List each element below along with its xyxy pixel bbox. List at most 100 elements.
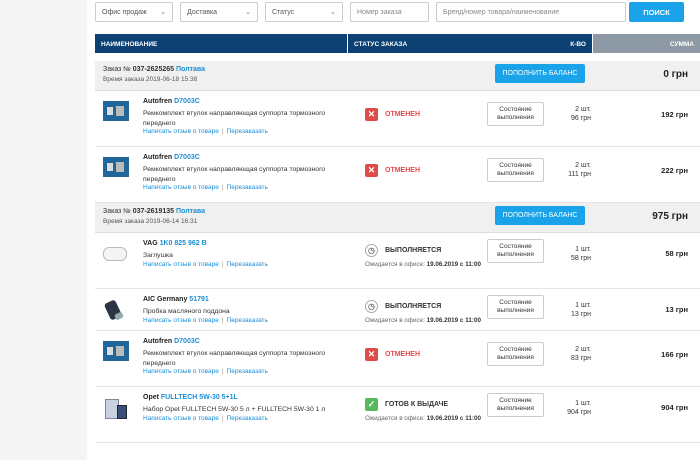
item-quantity: 2 шт. 83 грн [553,345,591,363]
link-separator: | [221,415,224,422]
execution-state-button[interactable]: Состояние выполнения [487,295,544,319]
brake-kit-image [103,341,129,361]
product-image[interactable] [103,157,129,179]
table-header: НАИМЕНОВАНИЕ СТАТУС ЗАКАЗА К-ВО СУММА [95,34,700,53]
reorder-link[interactable]: Перезаказать [227,415,268,422]
header-qty-label: К-ВО [570,41,586,48]
product-links: Написать отзыв о товаре | Перезаказать [143,368,268,375]
order-city[interactable]: Полтава [176,66,205,73]
order-city[interactable]: Полтава [176,208,205,215]
order-number: Заказ № 037-2625265 Полтава [103,66,205,73]
product-image[interactable] [103,341,129,363]
order-number-value: 037-2625265 [132,66,175,73]
link-separator: | [221,128,224,135]
write-review-link[interactable]: Написать отзыв о товаре [143,368,219,375]
header-status: СТАТУС ЗАКАЗА К-ВО [348,34,593,53]
product-code-link[interactable]: 1K0 825 962 B [160,240,207,247]
unit-price: 111 грн [568,171,591,178]
search-button[interactable]: ПОИСК [629,2,684,22]
product-code-link[interactable]: 51791 [189,296,208,303]
write-review-link[interactable]: Написать отзыв о товаре [143,415,219,422]
product-description: Пробка масляного поддона [143,308,230,315]
order-number-input[interactable]: Номер заказа [350,2,429,22]
office-select[interactable]: Офис продаж ⌄ [95,2,173,22]
product-links: Написать отзыв о товаре | Перезаказать [143,184,268,191]
plug-tip [114,311,124,321]
reorder-link[interactable]: Перезаказать [227,128,268,135]
unit-price: 96 грн [570,115,591,122]
order-status: ВЫПОЛНЯЕТСЯ [385,247,442,254]
chevron-down-icon: ⌄ [330,9,336,16]
item-sum: 58 грн [665,249,688,258]
delivery-select[interactable]: Доставка ⌄ [180,2,258,22]
reorder-link[interactable]: Перезаказать [227,184,268,191]
cancel-icon: ✕ [365,348,378,361]
product-links: Написать отзыв о товаре | Перезаказать [143,261,268,268]
chevron-down-icon: ⌄ [245,9,251,16]
product-code-link[interactable]: D7003C [174,98,200,105]
quantity-value: 2 шт. [575,106,591,113]
product-brand: Autofren D7003C [143,338,200,345]
product-brand: Autofren D7003C [143,98,200,105]
quantity-value: 1 шт. [575,302,591,309]
oil-set-image [103,397,129,421]
write-review-link[interactable]: Написать отзыв о товаре [143,261,219,268]
table-row: VAG 1K0 825 962 B Заглушка Написать отзыв … [95,233,700,289]
reorder-link[interactable]: Перезаказать [227,368,268,375]
header-name: НАИМЕНОВАНИЕ [95,34,348,53]
cap-image [103,247,127,261]
product-links: Написать отзыв о товаре | Перезаказать [143,128,268,135]
clock-icon: ◷ [365,300,378,313]
product-code-link[interactable]: FULLTECH 5W-30 5+1L [161,394,238,401]
execution-state-button[interactable]: Состояние выполнения [487,393,544,417]
reorder-link[interactable]: Перезаказать [227,261,268,268]
product-links: Написать отзыв о товаре | Перезаказать [143,415,268,422]
write-review-link[interactable]: Написать отзыв о товаре [143,317,219,324]
brand-search-input[interactable]: Бренд/номер товара/наименование [436,2,626,22]
top-up-balance-button[interactable]: ПОПОЛНИТЬ БАЛАНС [495,206,585,225]
item-quantity: 2 шт. 96 грн [553,105,591,123]
link-separator: | [221,184,224,191]
order-status: ВЫПОЛНЯЕТСЯ [385,303,442,310]
cancel-icon: ✕ [365,108,378,121]
table-row: Autofren D7003C Ремкомплект втулок направ… [95,91,700,147]
reorder-link[interactable]: Перезаказать [227,317,268,324]
product-brand: AIC Germany 51791 [143,296,209,303]
quantity-value: 1 шт. [575,400,591,407]
expected-date-value: 19.06.2019 с 11:00 [426,415,481,422]
status-select[interactable]: Статус ⌄ [265,2,343,22]
delivery-select-label: Доставка [187,8,218,16]
order-number-value: 037-2619135 [132,208,175,215]
header-sum: СУММА [593,34,700,53]
product-image[interactable] [103,243,129,265]
product-image[interactable] [103,299,129,321]
expected-date: Ожидается в офисе: 19.06.2019 с 11:00 [365,261,481,268]
order-header: Заказ № 037-2619135 Полтава Время заказа … [95,203,700,233]
item-sum: 222 грн [661,166,688,175]
top-up-balance-button[interactable]: ПОПОЛНИТЬ БАЛАНС [495,64,585,83]
product-code-link[interactable]: D7003C [174,154,200,161]
execution-state-button[interactable]: Состояние выполнения [487,342,544,366]
product-links: Написать отзыв о товаре | Перезаказать [143,317,268,324]
oil-bottle [117,405,127,419]
product-code-link[interactable]: D7003C [174,338,200,345]
order-total: 0 грн [663,69,688,80]
order-header: Заказ № 037-2625265 Полтава Время заказа … [95,61,700,91]
product-image[interactable] [103,101,129,123]
drain-plug-image [103,299,125,323]
execution-state-button[interactable]: Состояние выполнения [487,158,544,182]
unit-price: 13 грн [570,311,591,318]
filter-bar: Офис продаж ⌄ Доставка ⌄ Статус ⌄ Номер зак… [95,2,626,22]
item-sum: 904 грн [661,403,688,412]
link-separator: | [221,261,224,268]
order-status: ОТМЕНЕН [385,351,420,358]
write-review-link[interactable]: Написать отзыв о товаре [143,128,219,135]
write-review-link[interactable]: Написать отзыв о товаре [143,184,219,191]
quantity-value: 2 шт. [575,162,591,169]
unit-price: 58 грн [570,255,591,262]
execution-state-button[interactable]: Состояние выполнения [487,239,544,263]
execution-state-button[interactable]: Состояние выполнения [487,102,544,126]
item-quantity: 1 шт. 904 грн [553,399,591,417]
item-sum: 166 грн [661,350,688,359]
product-image[interactable] [103,397,129,419]
